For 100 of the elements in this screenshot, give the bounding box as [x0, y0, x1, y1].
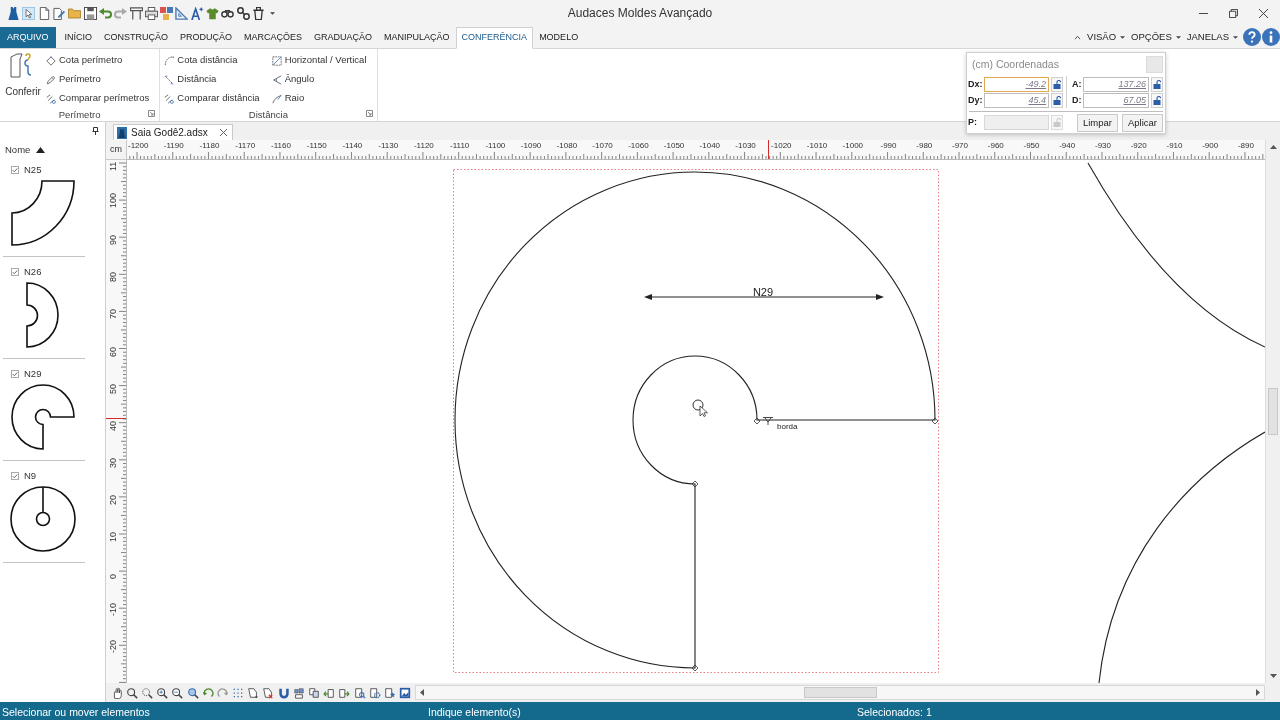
- piece-name[interactable]: N25: [24, 162, 42, 178]
- ribbon-tab[interactable]: MANIPULAÇÃO: [378, 27, 456, 48]
- piece-thumbnail[interactable]: [25, 282, 61, 348]
- nodes-icon[interactable]: [236, 6, 250, 20]
- ribbon-tab[interactable]: GRADUAÇÃO: [308, 27, 379, 48]
- document-tab[interactable]: Saia Godê2.adsx: [113, 124, 233, 140]
- zoom-fit-icon[interactable]: [186, 686, 199, 699]
- piece-copy-icon[interactable]: [308, 686, 321, 699]
- scroll-down-icon[interactable]: [1269, 674, 1277, 678]
- save-icon[interactable]: [83, 6, 97, 20]
- piece-thumbnail[interactable]: [11, 180, 75, 246]
- cursor-icon: [692, 399, 708, 417]
- checkbox[interactable]: [11, 472, 19, 480]
- ribbon-tab[interactable]: CONSTRUÇÃO: [98, 27, 175, 48]
- piece-thumbnail[interactable]: [10, 486, 76, 552]
- checkbox[interactable]: [11, 268, 19, 276]
- scroll-up-icon[interactable]: [1269, 145, 1277, 149]
- piece-forward-icon[interactable]: [338, 686, 351, 699]
- ruler-label: 80: [108, 272, 118, 283]
- ribbon-button[interactable]: Comparar distância: [164, 89, 260, 108]
- close-icon[interactable]: [219, 129, 227, 136]
- scroll-right-icon[interactable]: [1256, 689, 1260, 696]
- rotate-left-icon[interactable]: [201, 686, 214, 699]
- new-document-icon[interactable]: [37, 6, 51, 20]
- ribbon-tab[interactable]: INÍCIO: [58, 27, 99, 48]
- coordinate-field[interactable]: 67.05: [1083, 93, 1149, 108]
- coordinate-field[interactable]: 137.26: [1083, 77, 1149, 92]
- menu-button[interactable]: VISÃO: [1084, 29, 1129, 45]
- scrollbar-thumb[interactable]: [1268, 388, 1278, 435]
- status-text: Selecionados: 1: [857, 706, 932, 718]
- menu-button[interactable]: JANELAS: [1183, 29, 1241, 45]
- magnet-icon[interactable]: [277, 686, 290, 699]
- chevron-up-icon[interactable]: [1073, 34, 1081, 40]
- dialog-launcher-icon[interactable]: [148, 110, 156, 118]
- coordinate-field[interactable]: 45.4: [984, 93, 1049, 108]
- trash-icon[interactable]: [251, 6, 265, 20]
- ribbon-large-button[interactable]: Conferir: [4, 49, 42, 108]
- lock-button[interactable]: [1151, 93, 1163, 108]
- piece-group-icon[interactable]: [292, 686, 305, 699]
- shirt-icon[interactable]: [206, 6, 219, 20]
- ribbon-button[interactable]: Distância: [164, 70, 260, 89]
- radius-icon: [271, 93, 282, 104]
- checkbox[interactable]: [11, 166, 19, 174]
- piece-name[interactable]: N29: [24, 366, 42, 382]
- table-icon[interactable]: [129, 6, 143, 20]
- ribbon-button[interactable]: Ângulo: [271, 70, 367, 89]
- coordinate-field[interactable]: -49.2: [984, 77, 1049, 92]
- document-edit-icon[interactable]: [53, 6, 67, 20]
- ribbon-tab[interactable]: CONFERÊNCIA: [455, 27, 534, 49]
- undo-icon[interactable]: [98, 6, 112, 20]
- pin-icon[interactable]: [92, 127, 99, 135]
- zoom-in-icon[interactable]: [156, 686, 169, 699]
- print-icon[interactable]: [144, 6, 158, 20]
- dialog-launcher-icon[interactable]: [365, 110, 373, 118]
- lock-button[interactable]: [1051, 77, 1063, 92]
- ribbon-tab[interactable]: PRODUÇÃO: [174, 27, 239, 48]
- piece-settings-icon[interactable]: [368, 686, 381, 699]
- piece-delete-icon[interactable]: [262, 686, 275, 699]
- piece-menu-icon[interactable]: [247, 686, 260, 699]
- sort-ascending-icon[interactable]: [36, 147, 46, 153]
- ribbon-button[interactable]: Comparar perímetros: [46, 89, 150, 108]
- lock-button[interactable]: [1051, 93, 1063, 108]
- ruler-label: -1140: [342, 141, 363, 151]
- column-header[interactable]: Nome: [5, 142, 31, 158]
- scrollbar-thumb[interactable]: [804, 687, 877, 698]
- ribbon-button[interactable]: Cota distância: [164, 51, 260, 70]
- picture-icon[interactable]: [399, 686, 412, 699]
- help-icon[interactable]: [1243, 28, 1261, 46]
- piece-name[interactable]: N26: [24, 264, 42, 280]
- scroll-left-icon[interactable]: [420, 689, 424, 696]
- menu-button[interactable]: OPÇÕES: [1128, 29, 1184, 45]
- ribbon-button[interactable]: Perímetro: [46, 70, 150, 89]
- panel-button[interactable]: Aplicar: [1121, 113, 1163, 132]
- lock-button[interactable]: [1151, 77, 1163, 92]
- ribbon-button[interactable]: Horizontal / Vertical: [271, 51, 367, 70]
- panel-button[interactable]: Limpar: [1076, 113, 1118, 132]
- piece-back-icon[interactable]: [323, 686, 336, 699]
- grid-icon[interactable]: [232, 686, 245, 699]
- pointer-icon[interactable]: [22, 6, 36, 20]
- checkbox[interactable]: [11, 370, 19, 378]
- ruler-label: -1090: [520, 141, 542, 151]
- zoom-out-icon[interactable]: [171, 686, 184, 699]
- piece-search-icon[interactable]: [353, 686, 366, 699]
- ribbon-tab[interactable]: MARCAÇÕES: [238, 27, 309, 48]
- piece-name[interactable]: N9: [24, 468, 37, 484]
- panel-toggle-button[interactable]: [1146, 56, 1163, 74]
- dress-icon[interactable]: [7, 6, 21, 20]
- piece-thumbnail[interactable]: [11, 384, 75, 450]
- ribbon-tab[interactable]: ARQUIVO: [0, 27, 56, 48]
- ribbon-tab[interactable]: MODELO: [533, 27, 585, 48]
- info-icon[interactable]: [1262, 28, 1280, 46]
- ribbon-group-label: Perímetro: [58, 108, 101, 122]
- ruler-label: -1200: [128, 141, 149, 151]
- layers-icon[interactable]: [160, 6, 174, 20]
- ruler-label: -1130: [378, 141, 399, 151]
- magnifier-icon[interactable]: [125, 686, 138, 699]
- text-style-icon[interactable]: [190, 6, 204, 20]
- ribbon-button[interactable]: Raio: [271, 89, 367, 108]
- caret-down-icon[interactable]: [269, 11, 275, 15]
- ribbon-button[interactable]: Cota perímetro: [46, 51, 150, 70]
